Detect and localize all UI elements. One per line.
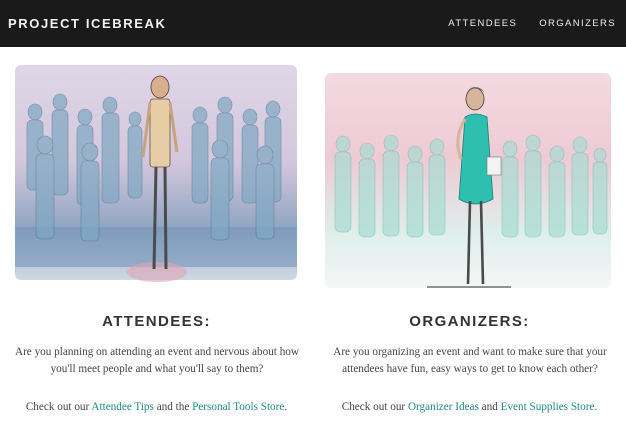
organizers-description: Are you organizing an event and want to … [333,346,607,375]
organizers-links: Check out our Organizer Ideas and Event … [313,401,626,413]
attendees-section: ATTENDEES: Are you planning on attending… [0,47,313,426]
nav-organizers-link[interactable]: ORGANIZERS [539,18,616,29]
attendee-tips-link[interactable]: Attendee Tips [91,401,153,413]
attendees-links-prefix: Check out our [25,401,92,413]
attendees-links-suffix: . [284,401,288,413]
site-brand[interactable]: PROJECT ICEBREAK [8,16,167,31]
main-nav: ATTENDEES ORGANIZERS [448,18,616,29]
event-supplies-store-link[interactable]: Event Supplies Store [501,401,595,413]
attendees-heading: ATTENDEES: [102,313,211,330]
attendees-links-middle: and the [153,401,193,413]
attendees-description: Are you planning on attending an event a… [15,346,299,375]
organizer-ideas-link[interactable]: Organizer Ideas [408,401,479,413]
organizers-heading: ORGANIZERS: [409,313,530,330]
attendees-links: Check out our Attendee Tips and the Pers… [0,401,313,413]
organizers-illustration [325,73,611,288]
organizers-links-middle: and [478,401,501,413]
nav-attendees-link[interactable]: ATTENDEES [448,18,517,29]
attendees-illustration [15,65,297,282]
personal-tools-store-link[interactable]: Personal Tools Store [192,401,284,413]
organizers-links-suffix: . [594,401,598,413]
organizers-section: ORGANIZERS: Are you organizing an event … [313,47,626,426]
top-navigation-bar: PROJECT ICEBREAK ATTENDEES ORGANIZERS [0,0,626,47]
organizers-links-prefix: Check out our [341,401,408,413]
